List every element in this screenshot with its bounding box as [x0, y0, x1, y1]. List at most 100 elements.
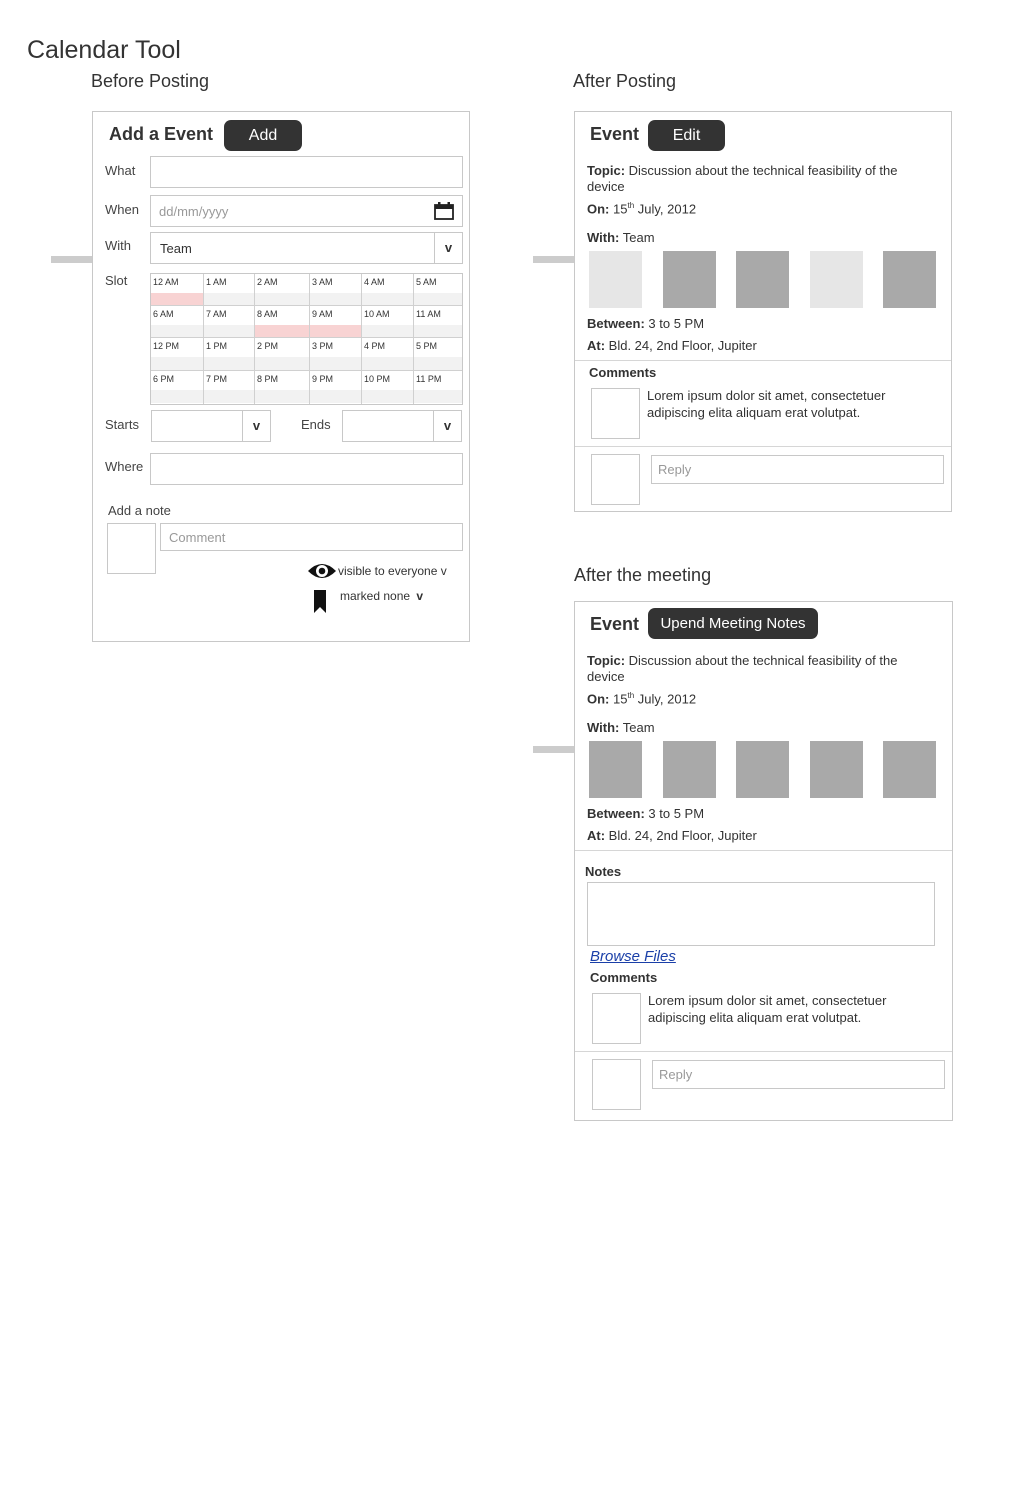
starts-select[interactable]: v	[151, 410, 271, 442]
attendee-avatar[interactable]	[810, 741, 863, 798]
comment-text: Lorem ipsum dolor sit amet, consectetuer…	[647, 388, 886, 420]
slot-time-label: 10 AM	[364, 309, 390, 319]
topic-line: Topic: Discussion about the technical fe…	[587, 163, 932, 195]
date-line: On: 15th July, 2012	[587, 691, 696, 706]
marked-dropdown[interactable]: marked none v	[340, 589, 423, 603]
slot-cell[interactable]: 3 AM	[310, 274, 362, 306]
chevron-down-icon[interactable]: v	[242, 411, 270, 441]
slot-cell[interactable]: 5 PM	[414, 338, 462, 371]
slot-cell[interactable]: 6 PM	[151, 371, 204, 404]
avatar	[107, 523, 156, 574]
reply-input[interactable]: Reply	[651, 455, 944, 484]
attendee-avatar[interactable]	[663, 251, 716, 308]
eye-icon	[307, 560, 337, 582]
slot-cell[interactable]: 7 AM	[204, 306, 255, 338]
page-title: Calendar Tool	[27, 36, 181, 64]
with-select-value: Team	[160, 241, 192, 256]
attendee-avatar[interactable]	[589, 251, 642, 308]
on-label: On:	[587, 691, 610, 707]
location-line: At: Bld. 24, 2nd Floor, Jupiter	[587, 338, 757, 353]
when-date-input[interactable]: dd/mm/yyyy	[150, 195, 463, 227]
slot-time-label: 3 AM	[312, 277, 333, 287]
on-suffix: th	[627, 201, 635, 210]
slot-cell[interactable]: 2 AM	[255, 274, 310, 306]
slot-time-label: 7 AM	[206, 309, 227, 319]
reply-input[interactable]: Reply	[652, 1060, 945, 1089]
visibility-dropdown[interactable]: visible to everyone v	[338, 564, 447, 578]
ends-select[interactable]: v	[342, 410, 462, 442]
upend-meeting-notes-button[interactable]: Upend Meeting Notes	[648, 608, 818, 639]
with-line: With: Team	[587, 230, 655, 245]
slot-cell[interactable]: 9 AM	[310, 306, 362, 338]
chevron-down-icon[interactable]: v	[434, 233, 462, 263]
slot-band	[204, 357, 254, 370]
slot-cell[interactable]: 7 PM	[204, 371, 255, 404]
edit-button[interactable]: Edit	[648, 120, 725, 151]
attendee-avatar[interactable]	[736, 251, 789, 308]
topic-label: Topic:	[587, 163, 626, 178]
add-event-heading: Add a Event	[109, 124, 214, 144]
slot-cell[interactable]: 4 PM	[362, 338, 414, 371]
add-button[interactable]: Add	[224, 120, 302, 151]
with-value: Team	[622, 230, 655, 245]
slot-cell[interactable]: 8 PM	[255, 371, 310, 404]
with-select[interactable]: Team v	[150, 232, 463, 264]
date-line: On: 15th July, 2012	[587, 201, 696, 216]
what-label: What	[105, 163, 136, 178]
divider	[575, 850, 952, 851]
comment-input[interactable]: Comment	[160, 523, 463, 551]
section-title-after: After Posting	[573, 71, 677, 91]
slot-cell[interactable]: 11 PM	[414, 371, 462, 404]
when-placeholder: dd/mm/yyyy	[159, 204, 229, 219]
what-input[interactable]	[150, 156, 463, 188]
attendee-avatar[interactable]	[589, 741, 642, 798]
slot-cell[interactable]: 10 AM	[362, 306, 414, 338]
chevron-down-icon: v	[416, 589, 424, 603]
slot-cell[interactable]: 6 AM	[151, 306, 204, 338]
slot-grid[interactable]: 12 AM 1 AM 2 AM 3 AM 4 AM 5 AM 6 AM 7 AM 8 AM 9 A…	[150, 273, 463, 405]
slot-cell[interactable]: 1 PM	[204, 338, 255, 371]
between-line: Between: 3 to 5 PM	[587, 806, 704, 821]
on-suffix: th	[627, 691, 635, 700]
browse-files-link[interactable]: Browse Files	[590, 948, 676, 965]
slot-cell[interactable]: 1 AM	[204, 274, 255, 306]
attendee-avatar[interactable]	[883, 741, 936, 798]
topic-value: Discussion about the technical feasibili…	[587, 163, 898, 194]
with-line: With: Team	[587, 720, 655, 735]
connector	[51, 256, 93, 263]
attendee-avatar[interactable]	[883, 251, 936, 308]
slot-time-label: 8 AM	[257, 309, 278, 319]
attendee-avatar[interactable]	[663, 741, 716, 798]
slot-time-label: 9 PM	[312, 374, 334, 384]
slot-cell[interactable]: 5 AM	[414, 274, 462, 306]
notes-textarea[interactable]	[587, 882, 935, 946]
slot-cell[interactable]: 10 PM	[362, 371, 414, 404]
comment-placeholder: Comment	[169, 530, 226, 545]
starts-label: Starts	[105, 417, 139, 432]
reply-placeholder: Reply	[659, 1067, 693, 1082]
slot-band	[204, 390, 254, 403]
slot-cell[interactable]: 12 AM	[151, 274, 204, 306]
slot-cell[interactable]: 9 PM	[310, 371, 362, 404]
calendar-icon[interactable]	[433, 201, 455, 221]
slot-label: Slot	[105, 273, 128, 288]
attendee-avatar[interactable]	[810, 251, 863, 308]
chevron-down-icon[interactable]: v	[433, 411, 461, 441]
on-day: 15	[613, 201, 628, 217]
bookmark-icon	[313, 590, 327, 614]
marked-text: marked none	[340, 589, 411, 603]
where-label: Where	[105, 459, 144, 474]
slot-cell[interactable]: 11 AM	[414, 306, 462, 338]
slot-cell[interactable]: 2 PM	[255, 338, 310, 371]
with-label: With	[105, 238, 131, 253]
on-label: On:	[587, 201, 610, 217]
topic-line: Topic: Discussion about the technical fe…	[587, 653, 932, 685]
where-input[interactable]	[150, 453, 463, 485]
attendee-avatar[interactable]	[736, 741, 789, 798]
slot-cell[interactable]: 12 PM	[151, 338, 204, 371]
at-label: At:	[587, 828, 606, 843]
slot-cell[interactable]: 8 AM	[255, 306, 310, 338]
slot-cell[interactable]: 3 PM	[310, 338, 362, 371]
slot-cell[interactable]: 4 AM	[362, 274, 414, 306]
slot-band	[255, 357, 309, 370]
